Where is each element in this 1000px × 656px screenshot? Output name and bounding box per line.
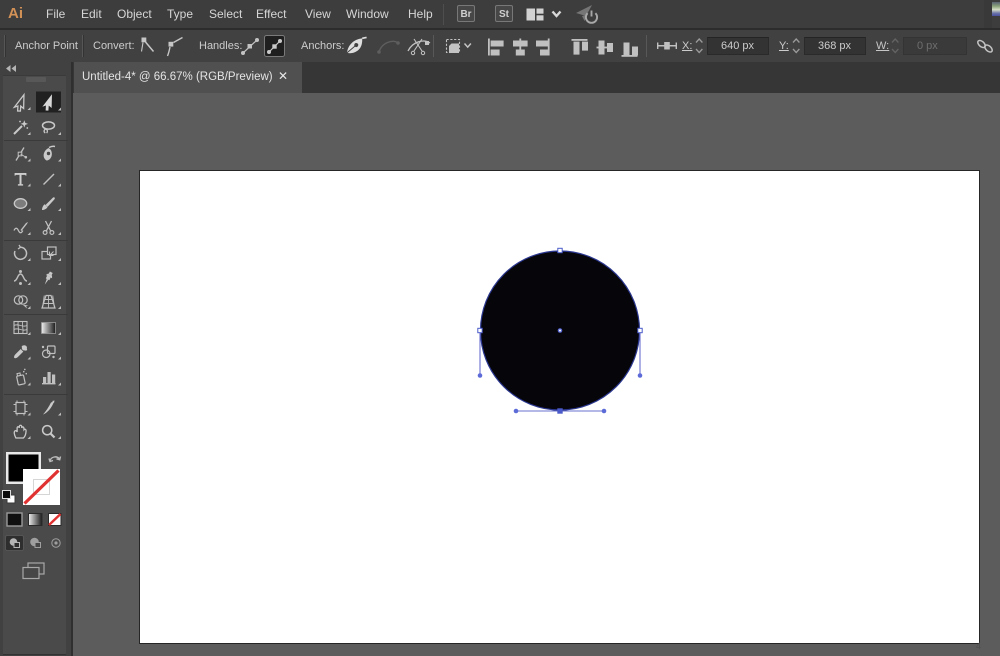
svg-text:4: 4 (976, 641, 981, 651)
